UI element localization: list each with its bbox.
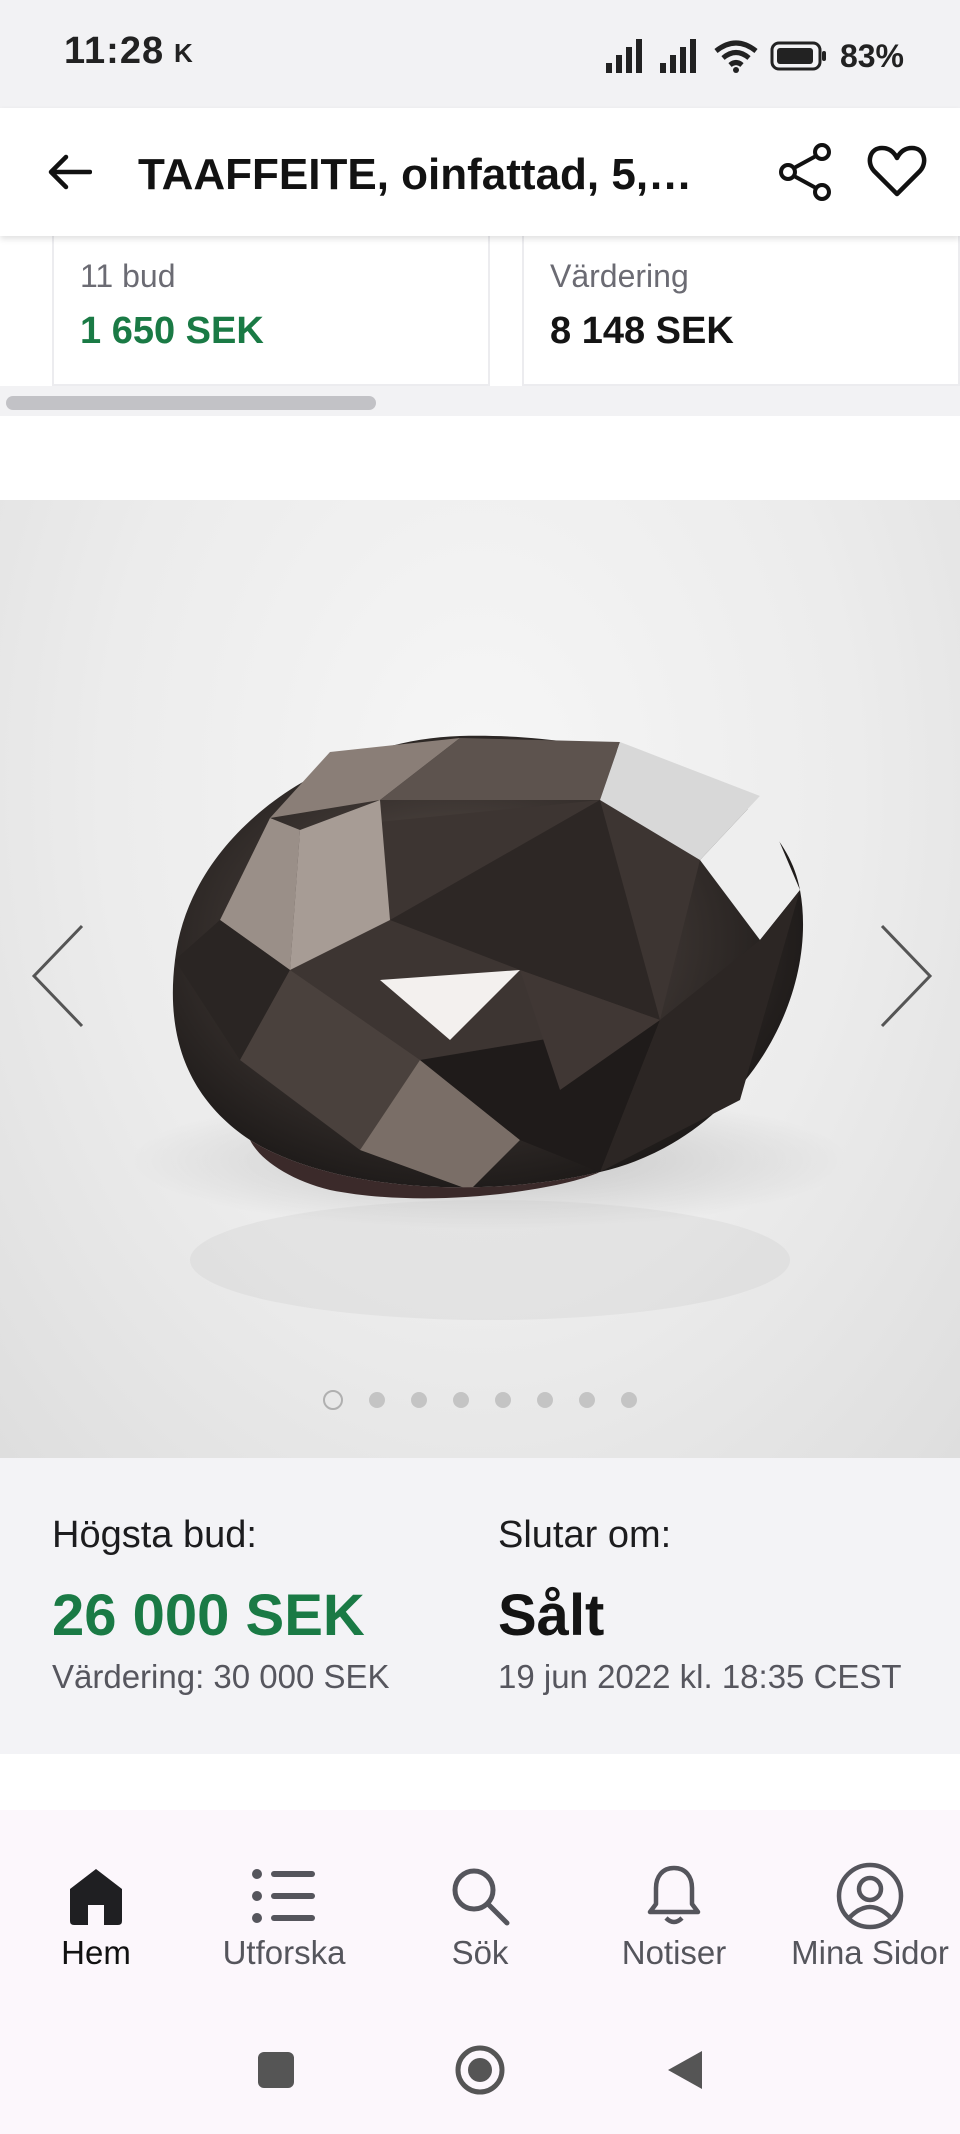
status-icons: 83% xyxy=(605,34,904,78)
bottom-navigation: Hem Utforska Sök Notiser Mina Sidor xyxy=(0,1810,960,1996)
gallery-dot-2[interactable] xyxy=(369,1392,385,1408)
chevron-left-icon[interactable] xyxy=(24,920,94,1032)
gallery-dot-3[interactable] xyxy=(411,1392,427,1408)
nav-item-explore[interactable]: Utforska xyxy=(188,1810,380,1996)
nav-label-home: Hem xyxy=(61,1934,131,1971)
circle-home-icon xyxy=(455,2045,505,2095)
nav-item-my-pages[interactable]: Mina Sidor xyxy=(774,1810,960,1996)
back-arrow-icon xyxy=(48,154,92,190)
gallery-dot-1[interactable] xyxy=(323,1390,343,1410)
card-valuation: 8 148 SEK xyxy=(550,310,734,352)
related-item-card[interactable]: 11 bud 1 650 SEK xyxy=(52,236,490,386)
status-time: 11:28 xyxy=(64,30,165,72)
recents-button[interactable] xyxy=(246,2040,306,2100)
favorite-button[interactable] xyxy=(866,140,928,202)
share-icon xyxy=(779,143,831,201)
signal-icon xyxy=(605,39,642,73)
highest-bid-value: 26 000 SEK xyxy=(52,1583,365,1648)
back-button[interactable] xyxy=(40,144,100,200)
valuation-text: Värdering: 30 000 SEK xyxy=(52,1658,390,1695)
heart-icon xyxy=(867,145,927,197)
nav-item-notifications[interactable]: Notiser xyxy=(578,1810,770,1996)
chevron-right-icon[interactable] xyxy=(870,920,940,1032)
gallery-dot-5[interactable] xyxy=(495,1392,511,1408)
nav-label-search: Sök xyxy=(451,1934,509,1971)
status-indicator: K xyxy=(174,38,193,68)
gallery-dot-7[interactable] xyxy=(579,1392,595,1408)
list-icon xyxy=(252,1869,315,1923)
status-bar: 11:28 K 83% xyxy=(0,0,960,108)
wifi-icon xyxy=(714,40,758,73)
ends-label: Slutar om: xyxy=(498,1514,672,1556)
nav-label-explore: Utforska xyxy=(222,1934,346,1971)
image-gallery[interactable] xyxy=(0,500,960,1458)
home-icon xyxy=(70,1869,122,1925)
gallery-dot-6[interactable] xyxy=(537,1392,553,1408)
card-price: 1 650 SEK xyxy=(80,310,264,352)
nav-item-search[interactable]: Sök xyxy=(384,1810,576,1996)
card-bid-count: 11 bud xyxy=(80,258,176,294)
highest-bid-label: Högsta bud: xyxy=(52,1514,257,1556)
system-navigation-bar xyxy=(0,1996,960,2134)
nav-label-my-pages: Mina Sidor xyxy=(791,1934,949,1971)
related-items-strip[interactable]: 11 bud 1 650 SEK Värdering 8 148 SEK xyxy=(0,236,960,416)
search-icon xyxy=(452,1868,510,1926)
share-button[interactable] xyxy=(778,142,834,202)
related-item-card[interactable]: Värdering 8 148 SEK xyxy=(522,236,960,386)
back-system-button[interactable] xyxy=(654,2040,714,2100)
nav-label-notifications: Notiser xyxy=(621,1934,727,1971)
page-title: TAAFFEITE, oinfattad, 5,0... xyxy=(138,150,698,199)
card-valuation-label: Värdering xyxy=(550,258,689,294)
triangle-back-icon xyxy=(668,2051,702,2089)
home-system-button[interactable] xyxy=(450,2040,510,2100)
battery-icon xyxy=(770,41,826,71)
battery-percent: 83% xyxy=(839,37,904,74)
sold-status: Sålt xyxy=(498,1583,605,1648)
gallery-dot-8[interactable] xyxy=(621,1392,637,1408)
nav-item-home[interactable]: Hem xyxy=(0,1810,192,1996)
square-icon xyxy=(258,2052,294,2088)
bell-icon xyxy=(647,1865,701,1925)
gemstone-image xyxy=(130,735,850,1320)
horizontal-scrollbar[interactable] xyxy=(6,396,376,410)
user-circle-icon xyxy=(836,1862,904,1930)
end-date: 19 jun 2022 kl. 18:35 CEST xyxy=(498,1658,902,1695)
bid-info-panel: Högsta bud: 26 000 SEK Värdering: 30 000… xyxy=(0,1458,960,1754)
gallery-pagination xyxy=(0,1390,960,1416)
signal-icon xyxy=(659,39,696,73)
gallery-dot-4[interactable] xyxy=(453,1392,469,1408)
